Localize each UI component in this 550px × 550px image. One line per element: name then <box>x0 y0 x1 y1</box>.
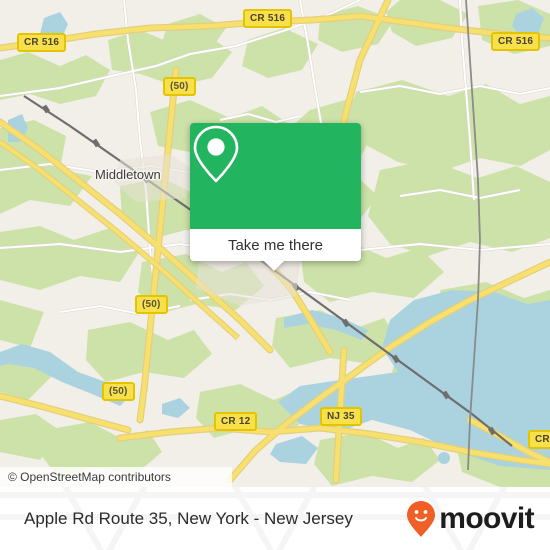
moovit-smiley-pin-icon <box>407 500 436 537</box>
location-title: Apple Rd Route 35, New York - New Jersey <box>24 508 353 528</box>
footer-bar: Apple Rd Route 35, New York - New Jersey… <box>0 487 550 550</box>
footer-content: Apple Rd Route 35, New York - New Jersey… <box>0 487 550 550</box>
map-canvas[interactable]: Middletown CR 516 CR 516 CR 516 (50) (50… <box>0 0 550 487</box>
road-shield: CR 516 <box>17 33 67 52</box>
road-shield: (50) <box>135 295 168 314</box>
moovit-wordmark: moovit <box>439 501 534 535</box>
osm-attribution-text: © OpenStreetMap contributors <box>8 470 171 484</box>
take-me-there-label: Take me there <box>227 236 324 254</box>
popup-pointer <box>263 260 285 271</box>
map-pin-icon <box>193 125 239 183</box>
road-shield: CR 12 <box>214 412 258 431</box>
road-shield: NJ 35 <box>320 407 362 426</box>
map-screenshot: Middletown CR 516 CR 516 CR 516 (50) (50… <box>0 0 550 550</box>
road-shield: (50) <box>102 382 135 401</box>
osm-attribution[interactable]: © OpenStreetMap contributors <box>0 467 232 487</box>
road-shield: CR 516 <box>243 9 293 28</box>
take-me-there-button[interactable]: Take me there <box>190 229 361 261</box>
road-shield: CR 516 <box>491 32 541 51</box>
place-label-middletown: Middletown <box>95 167 161 182</box>
moovit-logo[interactable]: moovit <box>406 500 535 538</box>
road-shield: (50) <box>163 77 196 96</box>
popup-pin-area <box>190 123 361 229</box>
location-popup-card[interactable]: Take me there <box>190 123 361 261</box>
road-shield: CR <box>528 430 550 449</box>
